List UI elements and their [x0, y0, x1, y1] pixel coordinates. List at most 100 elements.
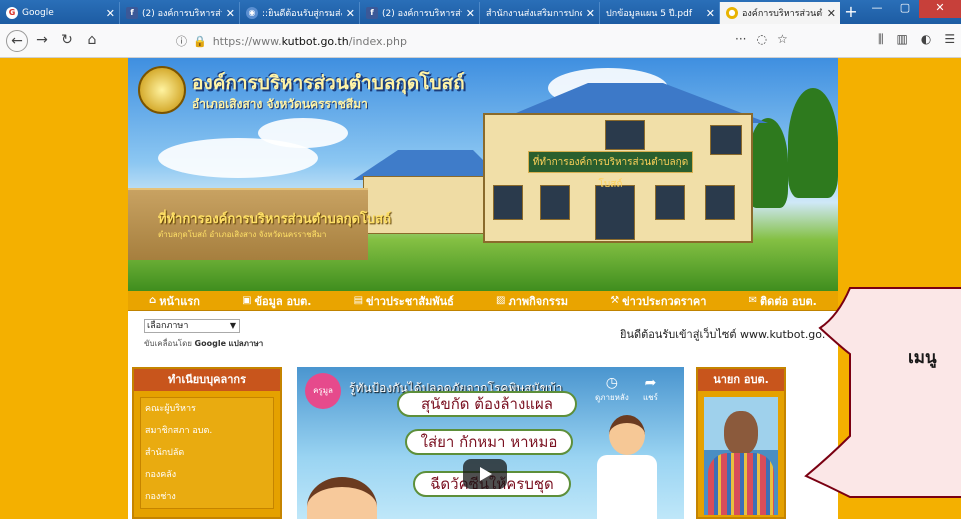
tab-label: ::ยินดีต้อนรับสู่กรมส่งเ	[262, 9, 342, 19]
gate-sign-text: ที่ทำการองค์การบริหารส่วนตำบลกุดโบสถ์	[158, 212, 392, 227]
menu-news[interactable]: ▤ ข่าวประชาสัมพันธ์	[354, 292, 454, 310]
gate-sign-subtext: ตำบลกุดโบสถ์ อำเภอเสิงสาง จังหวัดนครราชส…	[158, 230, 327, 239]
tab-label: (2) องค์การบริหารส่วน	[142, 9, 222, 19]
info-icon: ▣	[242, 295, 252, 306]
mayor-panel: นายก อบต.	[696, 367, 786, 519]
home-button[interactable]: ⌂	[81, 30, 103, 52]
menu-label: ข่าวประกวดราคา	[622, 294, 707, 308]
cartoon-girl	[307, 477, 377, 519]
tab-label: (2) องค์การบริหารส่วน	[382, 9, 462, 19]
staff-link-finance[interactable]: กองคลัง	[141, 464, 273, 486]
staff-link-council[interactable]: สมาชิกสภา อบต.	[141, 420, 273, 442]
hamburger-menu-icon[interactable]: ☰	[944, 32, 955, 47]
site-logo[interactable]	[138, 66, 186, 114]
tab-pdf[interactable]: ปกข้อมูลแผน 5 ปี.pdf ✕	[600, 2, 720, 24]
tab-dla[interactable]: ◉ ::ยินดีต้อนรับสู่กรมส่งเ ✕	[240, 2, 360, 24]
tab-office[interactable]: สำนักงานส่งเสริมการปกครอ ✕	[480, 2, 600, 24]
close-window-icon[interactable]: ✕	[919, 0, 961, 18]
bookmark-star-icon[interactable]: ☆	[777, 32, 788, 46]
browser-tab-strip: G Google ✕ f (2) องค์การบริหารส่วน ✕ ◉ :…	[0, 0, 961, 24]
navigation-bar: ← → ↻ ⌂ ⓘ 🔒 https://www. kutbot.go.th/ind…	[0, 24, 961, 58]
cloud	[258, 118, 348, 148]
staff-directory-list: คณะผู้บริหาร สมาชิกสภา อบต. สำนักปลัด กอ…	[140, 397, 274, 509]
close-tab-icon[interactable]: ✕	[106, 7, 115, 20]
menu-label: ภาพกิจกรรม	[508, 294, 568, 308]
page-content: เลือกภาษา ▼ ขับเคลื่อนโดย Google แปลภาษา…	[128, 311, 838, 519]
reload-button[interactable]: ↻	[56, 30, 78, 52]
globe-icon: ◉	[246, 7, 258, 19]
menu-info[interactable]: ▣ ข้อมูล อบต.	[242, 292, 311, 310]
menu-label: ข่าวประชาสัมพันธ์	[366, 294, 454, 308]
close-tab-icon[interactable]: ✕	[346, 7, 355, 20]
embedded-video[interactable]: ครูมูล รู้ทันป้องกันได้ปลอดภัยจากโรคพิษส…	[297, 367, 684, 519]
tab-facebook-2[interactable]: f (2) องค์การบริหารส่วน ✕	[360, 2, 480, 24]
tab-google[interactable]: G Google ✕	[0, 2, 120, 24]
facebook-icon: f	[366, 7, 378, 19]
staff-link-engineering[interactable]: กองช่าง	[141, 486, 273, 508]
clock-icon: ◷	[605, 375, 618, 391]
translate-link[interactable]: แปลภาษา	[229, 339, 264, 348]
menu-procurement[interactable]: ⚒ ข่าวประกวดราคา	[610, 292, 706, 310]
language-select[interactable]: เลือกภาษา ▼	[144, 319, 240, 333]
image-icon: ▨	[496, 295, 506, 306]
main-menu: ⌂ หน้าแรก ▣ ข้อมูล อบต. ▤ ข่าวประชาสัมพันธ์…	[128, 291, 838, 311]
tab-kutbot[interactable]: ● องค์การบริหารส่วนตำ ✕	[720, 2, 840, 24]
close-tab-icon[interactable]: ✕	[827, 7, 836, 20]
forward-button[interactable]: →	[31, 30, 53, 52]
info-icon[interactable]: ⓘ	[176, 33, 187, 49]
video-caption: ใส่ยา กักหมา หาหมอ	[405, 429, 573, 455]
tab-label: Google	[22, 8, 54, 18]
close-tab-icon[interactable]: ✕	[586, 7, 595, 20]
tab-facebook-1[interactable]: f (2) องค์การบริหารส่วน ✕	[120, 2, 240, 24]
site-icon: ●	[726, 7, 738, 19]
cartoon-doctor	[597, 415, 657, 519]
page-actions-icon[interactable]: ···	[735, 32, 746, 46]
lock-icon[interactable]: 🔒	[193, 35, 207, 48]
palm-tree	[748, 118, 788, 208]
menu-label: ข้อมูล อบต.	[254, 294, 312, 308]
pocket-icon[interactable]: ◌	[756, 32, 766, 46]
close-tab-icon[interactable]: ✕	[226, 7, 235, 20]
new-tab-button[interactable]: +	[840, 2, 862, 24]
menu-label: หน้าแรก	[159, 294, 200, 308]
play-button[interactable]	[463, 459, 507, 489]
hammer-icon: ⚒	[610, 295, 620, 306]
panel-heading: ทำเนียบบุคลากร	[134, 369, 280, 391]
staff-link-office[interactable]: สำนักปลัด	[141, 442, 273, 464]
share-icon: ➦	[644, 375, 657, 391]
address-bar[interactable]: ⓘ 🔒 https://www. kutbot.go.th/index.php	[176, 30, 796, 52]
watch-later-control[interactable]: ◷ ดูภายหลัง	[595, 375, 629, 404]
tab-label: ปกข้อมูลแผน 5 ปี.pdf	[606, 9, 693, 19]
welcome-marquee: ยินดีต้อนรับเข้าสู่เว็บไซต์ www.kutbot.g…	[620, 328, 826, 341]
facebook-icon: f	[126, 7, 138, 19]
url-path: /index.php	[348, 34, 407, 48]
speech-bubble-shape	[804, 287, 961, 498]
google-icon: G	[6, 7, 18, 19]
callout-text: เมนู	[908, 348, 937, 368]
extension-icon[interactable]: ◐	[921, 32, 931, 47]
site-banner: ที่ทำการองค์การบริหารส่วนตำบลกุดโบสถ์ ที…	[128, 58, 838, 291]
maximize-icon[interactable]: ▢	[891, 0, 919, 18]
share-control[interactable]: ➦ แชร์	[643, 375, 658, 404]
building-sign: ที่ทำการองค์การบริหารส่วนตำบลกุดโบสถ์	[528, 151, 693, 190]
url-domain: kutbot.go.th	[281, 34, 349, 48]
callout-overlay: เมนู	[800, 286, 961, 499]
back-button[interactable]: ←	[6, 29, 28, 52]
sidebar-icon[interactable]: ▥	[897, 32, 908, 47]
speech-bubble: เมนู	[800, 286, 961, 499]
close-tab-icon[interactable]: ✕	[706, 7, 715, 20]
panel-heading: นายก อบต.	[698, 369, 784, 391]
url-prefix: https://www.	[212, 34, 282, 48]
google-label[interactable]: Google	[195, 339, 226, 348]
mayor-portrait[interactable]	[704, 397, 778, 515]
mail-icon: ✉	[748, 295, 758, 306]
language-select-value: เลือกภาษา	[147, 321, 189, 331]
staff-link-executives[interactable]: คณะผู้บริหาร	[141, 398, 273, 420]
window-controls: — ▢ ✕	[863, 0, 961, 18]
library-icon[interactable]: ⫼	[878, 32, 884, 47]
channel-avatar[interactable]: ครูมูล	[305, 373, 341, 409]
close-tab-icon[interactable]: ✕	[466, 7, 475, 20]
menu-gallery[interactable]: ▨ ภาพกิจกรรม	[496, 292, 568, 310]
minimize-icon[interactable]: —	[863, 0, 891, 18]
menu-home[interactable]: ⌂ หน้าแรก	[149, 292, 200, 310]
